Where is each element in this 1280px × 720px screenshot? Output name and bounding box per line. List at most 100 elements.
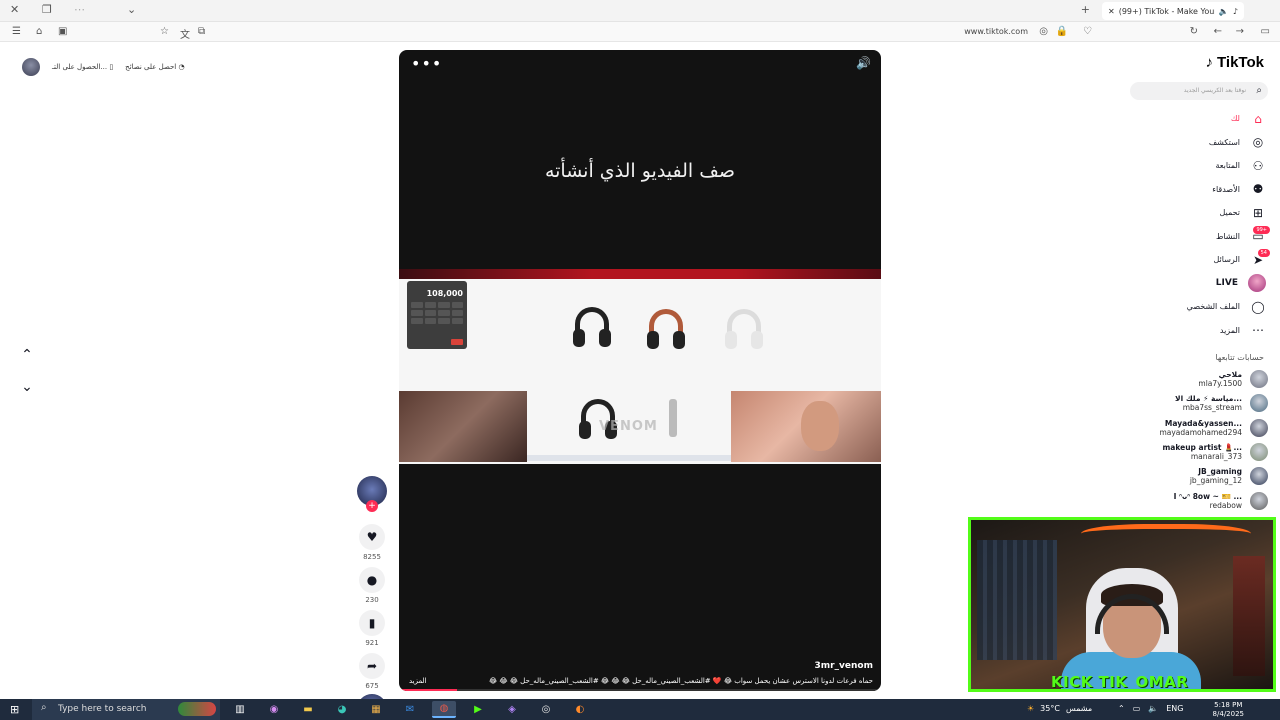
reader-icon[interactable]: ⧉ — [198, 26, 205, 37]
sidebar-item-label: المتابعة — [1215, 161, 1240, 171]
webcam-overlay-text: KICK TIK_OMAR — [1051, 673, 1189, 691]
following-account[interactable]: JB_gaming jb_gaming_12 — [1108, 464, 1268, 488]
following-account[interactable]: makeup artist 💄... manarali_373 — [1108, 440, 1268, 464]
task-view-icon[interactable]: ▥ — [228, 701, 252, 718]
lock-icon[interactable]: 🔒 — [1056, 26, 1068, 37]
creator-avatar[interactable]: + — [357, 476, 387, 512]
home-icon: ⌂ — [1254, 111, 1262, 126]
sidebar-item-2[interactable]: المتابعة ⚇ — [1116, 154, 1266, 178]
more-options-icon[interactable]: ••• — [411, 54, 442, 73]
video-author[interactable]: 3mr_venom — [814, 661, 873, 671]
new-tab-icon[interactable]: + — [1081, 3, 1090, 16]
notification-badge: 99+ — [1253, 225, 1270, 234]
previous-video-button[interactable]: ⌃ — [12, 343, 42, 367]
following-account[interactable]: I ᐢᴗᐢ 8ow ~ 🎫 ... redabow — [1108, 488, 1268, 512]
browser-tab[interactable]: ✕ (99+) TikTok - Make Your Day 🔈 ♪ — [1102, 2, 1244, 20]
sidebar-item-9[interactable]: المزيد ⋯ — [1116, 319, 1266, 343]
browser-tab-bar: ✕ ❐ ⋯ ⌄ + ✕ (99+) TikTok - Make Your Day… — [0, 0, 1280, 22]
search-icon[interactable]: ⌕ — [1256, 85, 1262, 96]
get-tips-link[interactable]: احصل على نصائح ◔ — [125, 63, 184, 71]
account-avatar[interactable] — [1250, 467, 1268, 486]
following-account[interactable]: ملاحي mla7y.1500 — [1108, 367, 1268, 391]
taskbar-search[interactable]: ⌕ Type here to search — [32, 699, 220, 720]
firefox-icon[interactable]: ◐ — [568, 701, 592, 718]
sidebar-toggle-icon[interactable]: ▭ — [1261, 26, 1270, 37]
follow-plus-icon[interactable]: + — [366, 500, 378, 512]
forward-arrow-icon[interactable]: → — [1236, 26, 1244, 37]
get-app-link[interactable]: الحصول على التـ... ▯ — [52, 63, 113, 71]
back-arrow-icon[interactable]: ← — [1214, 26, 1222, 37]
shield-icon[interactable]: ♡ — [1083, 26, 1092, 37]
volume-icon[interactable]: 🔊 — [856, 56, 871, 70]
like-button[interactable]: ♥ 8255 — [359, 524, 385, 563]
account-avatar[interactable] — [1250, 491, 1268, 510]
sidebar-item-label: استكشف — [1208, 137, 1240, 147]
site-info-icon[interactable]: ◎ — [1039, 26, 1048, 37]
save-button[interactable]: ▮ 921 — [359, 610, 385, 649]
url-text[interactable]: www.tiktok.com — [964, 27, 1028, 36]
sidebar-item-1[interactable]: استكشف ◎ — [1116, 131, 1266, 155]
next-video-button[interactable]: ⌄ — [12, 375, 42, 399]
share-button[interactable]: ➦ 675 — [359, 653, 385, 692]
embedded-screen: 108,000 VENOM — [399, 269, 881, 464]
bookmark-icon: ▮ — [359, 610, 385, 636]
sidebar-item-4[interactable]: تحميل ⊞ — [1116, 201, 1266, 225]
account-avatar[interactable] — [1250, 443, 1268, 462]
user-follow-icon: ⚇ — [1252, 158, 1264, 173]
edge-icon[interactable]: ◕ — [330, 701, 354, 718]
refresh-icon[interactable]: ↻ — [1190, 26, 1198, 37]
favorite-star-icon[interactable]: ☆ — [160, 26, 169, 37]
extensions-icon[interactable]: ⌂ — [36, 26, 42, 37]
video-progress-bar[interactable] — [399, 689, 881, 691]
watermark: VENOM — [599, 419, 658, 434]
tiktok-logo[interactable]: ♪ TikTok — [1206, 54, 1264, 71]
obs-icon[interactable]: ◎ — [534, 701, 558, 718]
sidebar-item-8[interactable]: الملف الشخصي ◯ — [1116, 295, 1266, 319]
more-link[interactable]: المزيد — [409, 677, 427, 685]
taskbar-apps: ▥ ◉ ▬ ◕ ▦ ✉ ◍ ▶ ◈ ◎ ◐ — [228, 701, 592, 718]
sidebar-item-7[interactable]: LIVE — [1116, 272, 1266, 296]
close-tab-icon[interactable]: ✕ — [1108, 7, 1115, 16]
tab-actions-icon[interactable]: ⋯ — [74, 3, 85, 16]
chrome-icon[interactable]: ◍ — [432, 701, 456, 718]
collections-icon[interactable]: ▣ — [58, 26, 67, 37]
copilot-icon[interactable]: ◉ — [262, 701, 286, 718]
sidebar-item-6[interactable]: الرسائل ➤ 54 — [1116, 248, 1270, 272]
video-progress-fill — [399, 689, 457, 691]
following-account[interactable]: مياسة ⚡ ملك الا... mba7ss_stream — [1108, 391, 1268, 415]
search-input[interactable]: نوقتا بعد الكريسي الجديد ⌕ — [1130, 82, 1268, 100]
following-account[interactable]: Mayada&yassen... mayadamohamed294 — [1108, 416, 1268, 440]
translate-icon[interactable]: 文 — [180, 26, 190, 41]
discord-icon[interactable]: ◈ — [500, 701, 524, 718]
tips-icon: ◔ — [178, 63, 185, 71]
action-bar: + ♥ 8255 ● 230 ▮ 921 ➦ 675 — [356, 476, 388, 720]
taskbar-clock[interactable]: 5:18 PM 8/4/2025 — [1213, 701, 1244, 719]
account-names: I ᐢᴗᐢ 8ow ~ 🎫 ... redabow — [1174, 492, 1242, 510]
upload-icon: ⊞ — [1252, 205, 1264, 220]
sidebar-item-0[interactable]: لك ⌂ — [1116, 107, 1266, 131]
store-icon[interactable]: ▦ — [364, 701, 388, 718]
avatar[interactable] — [22, 58, 40, 76]
speaker-icon[interactable]: 🔈 — [1219, 7, 1229, 16]
account-avatar[interactable] — [1250, 394, 1268, 413]
account-avatar[interactable] — [1250, 370, 1268, 389]
windows-start-icon[interactable]: ⊞ — [10, 703, 19, 716]
outlook-icon[interactable]: ✉ — [398, 701, 422, 718]
account-avatar[interactable] — [1250, 418, 1268, 437]
chevron-up-icon[interactable]: ⌃ — [1118, 704, 1125, 713]
heart-icon: ♥ — [359, 524, 385, 550]
video-player[interactable]: ••• 🔊 صف الفيديو الذي أنشأته 108,000 VEN… — [399, 50, 881, 691]
language-indicator[interactable]: ENG — [1166, 704, 1183, 713]
restore-icon[interactable]: ❐ — [42, 3, 52, 16]
media-player-icon[interactable]: ▶ — [466, 701, 490, 718]
comment-button[interactable]: ● 230 — [359, 567, 385, 606]
sidebar-item-5[interactable]: النشاط ▭ 99+ — [1116, 225, 1270, 249]
menu-icon[interactable]: ☰ — [12, 26, 21, 37]
close-window-icon[interactable]: ✕ — [10, 3, 19, 16]
volume-icon[interactable]: 🔈 — [1148, 704, 1158, 713]
weather-widget[interactable]: ☀ 35°C مشمس — [1027, 704, 1092, 713]
sidebar-item-3[interactable]: الأصدقاء ⚉ — [1116, 178, 1266, 202]
chevron-down-icon[interactable]: ⌄ — [127, 3, 136, 16]
file-explorer-icon[interactable]: ▬ — [296, 701, 320, 718]
network-icon[interactable]: ▭ — [1133, 704, 1141, 713]
